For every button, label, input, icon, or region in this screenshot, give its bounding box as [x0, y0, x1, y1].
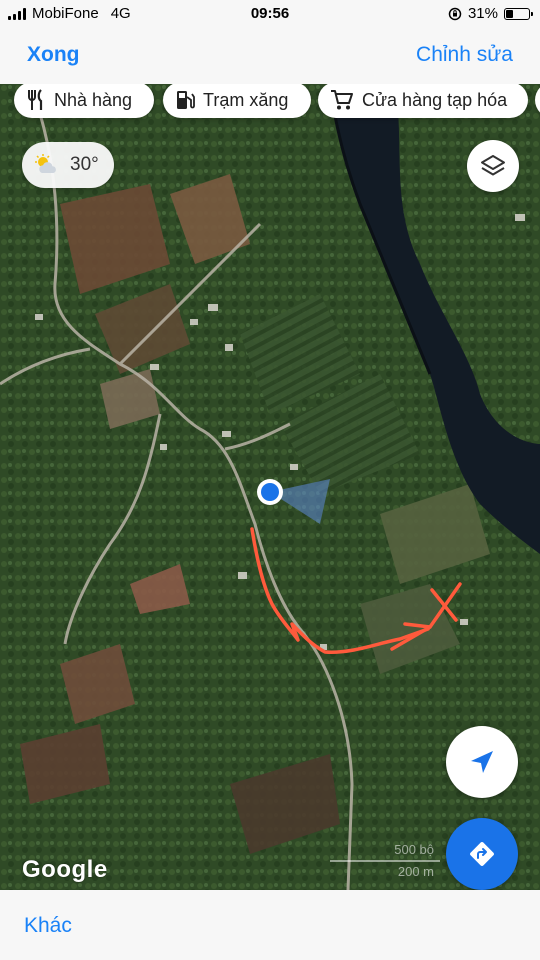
scale-bar [330, 860, 440, 862]
chip-restaurants[interactable]: Nhà hàng [14, 84, 154, 118]
temperature: 30° [70, 154, 99, 175]
chip-more[interactable] [535, 84, 540, 118]
weather-badge: 30° [22, 142, 114, 188]
scale-meters: 200 m [397, 864, 434, 879]
cart-icon [331, 90, 353, 110]
directions-button[interactable] [446, 818, 518, 890]
satellite-map[interactable]: Nhà hàng Trạm xăng Cửa hàng tạp hóa 30° … [0, 84, 540, 890]
edit-button[interactable]: Chỉnh sửa [416, 43, 513, 67]
partly-cloudy-icon [35, 154, 56, 173]
scale-feet: 500 bộ [394, 842, 434, 857]
status-bar: MobiFone 4G 09:56 31% [0, 0, 540, 28]
more-button[interactable]: Khác [24, 914, 72, 938]
map-scale: 500 bộ 200 m [330, 842, 440, 884]
battery-percent: 31% [467, 5, 498, 22]
chip-label: Cửa hàng tạp hóa [362, 89, 508, 110]
chip-grocery-stores[interactable]: Cửa hàng tạp hóa [318, 84, 528, 118]
layers-icon [481, 155, 505, 176]
done-button[interactable]: Xong [27, 43, 80, 67]
map-layers-button[interactable] [467, 140, 519, 192]
my-location-button[interactable] [446, 726, 518, 798]
rotation-lock-icon [448, 7, 462, 20]
category-chips: Nhà hàng Trạm xăng Cửa hàng tạp hóa [0, 84, 540, 120]
chip-label: Trạm xăng [203, 89, 289, 110]
directions-icon [470, 842, 494, 866]
status-right: 31% [448, 5, 533, 22]
chip-gas-stations[interactable]: Trạm xăng [163, 84, 311, 118]
navigation-bar: Xong Chỉnh sửa [0, 28, 540, 84]
bottom-toolbar: Khác [0, 890, 540, 960]
google-logo: Google [22, 856, 108, 883]
battery-icon [504, 7, 533, 20]
navigation-arrow-icon [471, 751, 493, 773]
chip-label: Nhà hàng [54, 89, 133, 110]
fork-knife-icon [28, 89, 43, 110]
gas-pump-icon [177, 91, 195, 109]
